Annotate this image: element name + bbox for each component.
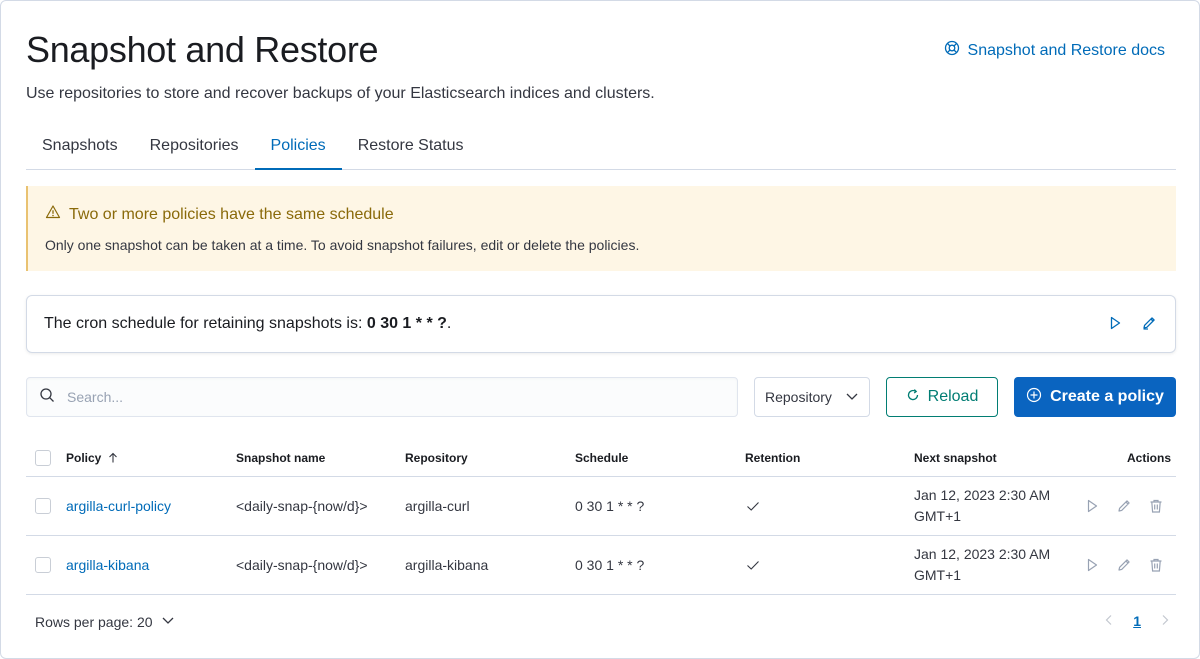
next-snapshot-date: Jan 12, 2023 2:30 AM: [914, 487, 1051, 503]
create-policy-label: Create a policy: [1050, 388, 1164, 405]
callout-title: Two or more policies have the same sched…: [69, 205, 394, 223]
run-policy-button[interactable]: [1084, 498, 1100, 514]
help-icon: [944, 40, 960, 61]
schedule-cell: 0 30 1 * * ?: [575, 557, 645, 573]
snapshot-name-cell: <daily-snap-{now/d}>: [236, 557, 368, 573]
search-icon: [39, 387, 55, 408]
check-icon: [747, 502, 759, 511]
repository-cell: argilla-kibana: [405, 557, 489, 573]
cron-panel: The cron schedule for retaining snapshot…: [26, 295, 1176, 353]
row-checkbox[interactable]: [35, 498, 51, 514]
column-policy-label: Policy: [66, 450, 102, 465]
next-snapshot-tz: GMT+1: [914, 567, 962, 583]
tab-snapshots[interactable]: Snapshots: [26, 127, 134, 170]
snapshot-name-cell: <daily-snap-{now/d}>: [236, 498, 368, 514]
edit-policy-button[interactable]: [1116, 557, 1132, 573]
create-policy-button[interactable]: Create a policy: [1014, 377, 1176, 417]
edit-retention-button[interactable]: [1141, 315, 1157, 331]
check-icon: [747, 561, 759, 570]
column-policy[interactable]: Policy: [66, 439, 119, 476]
plus-circle-icon: [1026, 387, 1042, 408]
trash-icon: [1150, 499, 1162, 513]
warning-callout: Two or more policies have the same sched…: [26, 186, 1176, 271]
callout-body: Only one snapshot can be taken at a time…: [45, 237, 640, 253]
table-row: argilla-curl-policy <daily-snap-{now/d}>…: [26, 477, 1176, 536]
page-title: Snapshot and Restore: [26, 29, 379, 70]
next-snapshot-cell: Jan 12, 2023 2:30 AM GMT+1: [914, 477, 1050, 535]
refresh-icon: [906, 388, 920, 407]
reload-label: Reload: [927, 388, 979, 405]
run-policy-button[interactable]: [1084, 557, 1100, 573]
tab-bar: Snapshots Repositories Policies Restore …: [26, 127, 1176, 170]
table-row: argilla-kibana <daily-snap-{now/d}> argi…: [26, 536, 1176, 595]
repository-filter[interactable]: Repository: [754, 377, 870, 417]
policies-table: Policy Snapshot name Repository Schedule…: [26, 439, 1176, 595]
trash-icon: [1150, 558, 1162, 572]
play-icon: [1087, 499, 1098, 513]
warning-icon: [45, 204, 61, 225]
column-repository[interactable]: Repository: [405, 439, 468, 476]
search-input[interactable]: [67, 389, 707, 405]
next-snapshot-tz: GMT+1: [914, 508, 962, 524]
chevron-right-icon: [1162, 615, 1169, 625]
cron-suffix: .: [446, 315, 452, 332]
next-page-button[interactable]: [1159, 613, 1171, 629]
column-schedule[interactable]: Schedule: [575, 439, 628, 476]
pencil-icon: [1118, 500, 1130, 512]
sort-up-icon: [109, 452, 118, 462]
chevron-down-icon: [845, 389, 859, 406]
column-snapshot-name[interactable]: Snapshot name: [236, 439, 325, 476]
row-checkbox[interactable]: [35, 557, 51, 573]
select-all-checkbox[interactable]: [35, 449, 51, 466]
docs-link-label: Snapshot and Restore docs: [967, 41, 1165, 59]
repository-cell: argilla-curl: [405, 498, 470, 514]
page-1-button[interactable]: 1: [1133, 613, 1141, 629]
column-actions: Actions: [1126, 450, 1171, 465]
column-retention[interactable]: Retention: [745, 439, 800, 476]
play-icon: [1087, 558, 1098, 572]
policy-name-link[interactable]: argilla-curl-policy: [66, 498, 171, 514]
app-frame: Snapshot and Restore Use repositories to…: [0, 0, 1200, 659]
rows-per-page-label: Rows per page: 20: [35, 613, 153, 630]
cron-value: 0 30 1 * * ?: [366, 315, 447, 332]
search-box: [26, 377, 738, 417]
reload-button[interactable]: Reload: [886, 377, 998, 417]
page-subtitle: Use repositories to store and recover ba…: [26, 85, 655, 102]
edit-policy-button[interactable]: [1116, 498, 1132, 514]
pencil-icon: [1118, 559, 1130, 571]
next-snapshot-date: Jan 12, 2023 2:30 AM: [914, 546, 1051, 562]
pagination: 1: [1103, 613, 1171, 629]
run-retention-button[interactable]: [1107, 315, 1123, 331]
tab-repositories[interactable]: Repositories: [134, 127, 255, 170]
cron-prefix: The cron schedule for retaining snapshot…: [44, 315, 367, 332]
next-snapshot-cell: Jan 12, 2023 2:30 AM GMT+1: [914, 536, 1050, 594]
chevron-down-icon: [161, 613, 175, 630]
table-header: Policy Snapshot name Repository Schedule…: [26, 439, 1176, 477]
pencil-icon: [1143, 317, 1155, 330]
tab-restore-status[interactable]: Restore Status: [342, 127, 480, 170]
delete-policy-button[interactable]: [1148, 557, 1164, 573]
repository-filter-label: Repository: [765, 389, 832, 405]
cron-text: The cron schedule for retaining snapshot…: [44, 315, 451, 333]
docs-link[interactable]: Snapshot and Restore docs: [944, 40, 1165, 61]
policy-name-link[interactable]: argilla-kibana: [66, 557, 149, 573]
rows-per-page-button[interactable]: Rows per page: 20: [35, 613, 175, 630]
column-next-snapshot[interactable]: Next snapshot: [914, 439, 997, 476]
schedule-cell: 0 30 1 * * ?: [575, 498, 645, 514]
delete-policy-button[interactable]: [1148, 498, 1164, 514]
tab-policies[interactable]: Policies: [254, 127, 342, 170]
play-icon: [1110, 316, 1121, 330]
previous-page-button[interactable]: [1103, 613, 1115, 629]
chevron-left-icon: [1105, 615, 1112, 625]
